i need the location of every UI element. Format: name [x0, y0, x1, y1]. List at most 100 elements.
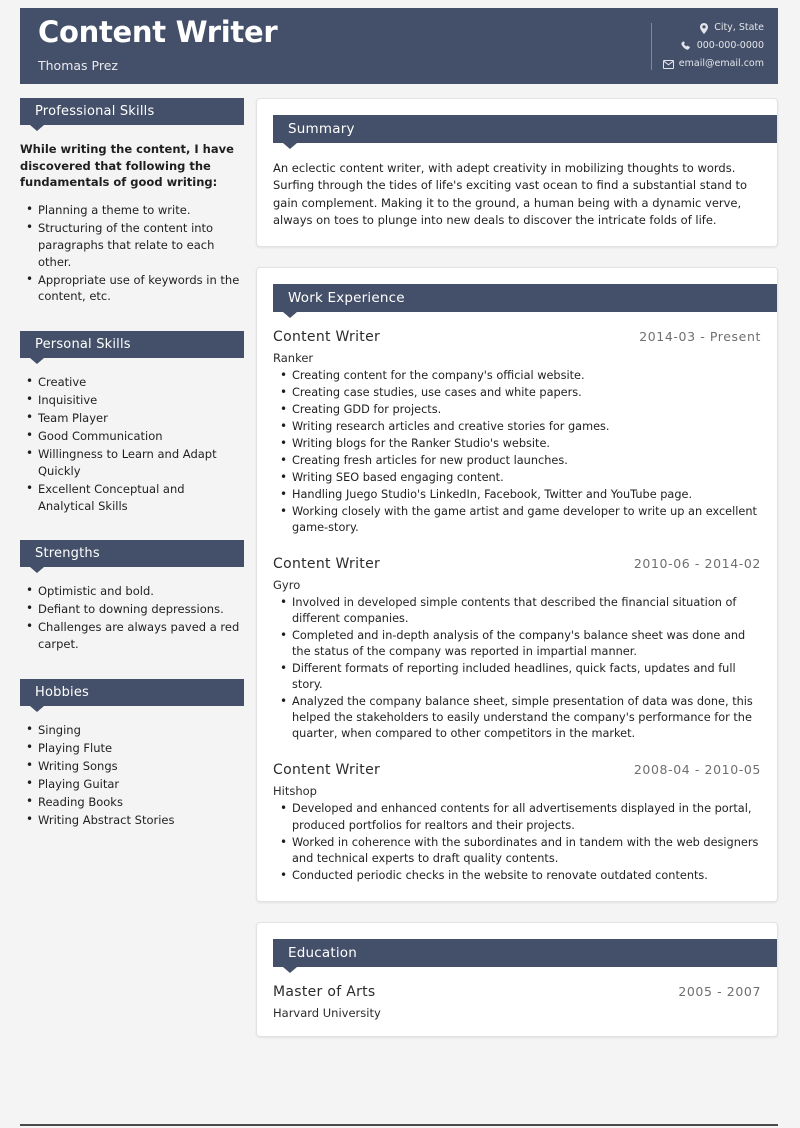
section-hobbies: Hobbies Singing Playing Flute Writing So…	[20, 679, 244, 828]
professional-skills-list: Planning a theme to write. Structuring o…	[20, 201, 244, 306]
list-item: Completed and in-depth analysis of the c…	[273, 627, 761, 660]
hobbies-body: Singing Playing Flute Writing Songs Play…	[20, 706, 244, 828]
list-item: Structuring of the content into paragrap…	[20, 219, 244, 271]
list-item: Team Player	[20, 409, 244, 427]
job-date: 2014-03 - Present	[639, 328, 761, 344]
professional-skills-intro: While writing the content, I have discov…	[20, 142, 234, 190]
list-item: Working closely with the game artist and…	[273, 503, 761, 536]
header-identity: Content Writer Thomas Prez	[20, 8, 278, 84]
job-company: Ranker	[273, 350, 314, 365]
list-item: Defiant to downing depressions.	[20, 600, 244, 618]
job-entry: Content Writer 2008-04 - 2010-05 Hitshop…	[273, 762, 761, 883]
education-date: 2005 - 2007	[678, 983, 761, 999]
job-header: Content Writer 2014-03 - Present	[273, 329, 761, 345]
section-personal-skills: Personal Skills Creative Inquisitive Tea…	[20, 331, 244, 514]
education-entry: Master of Arts 2005 - 2007 Harvard Unive…	[273, 984, 761, 1020]
summary-body: An eclectic content writer, with adept c…	[273, 143, 761, 230]
list-item: Writing blogs for the Ranker Studio's we…	[273, 435, 761, 452]
summary-text: An eclectic content writer, with adept c…	[273, 161, 748, 228]
envelope-icon	[662, 59, 674, 70]
candidate-name: Thomas Prez	[38, 57, 118, 73]
card-education: Education Master of Arts 2005 - 2007 Har…	[256, 921, 778, 1037]
section-heading-personal-skills: Personal Skills	[20, 331, 244, 365]
job-company: Gyro	[273, 578, 301, 593]
contact-location-text: City, State	[714, 22, 764, 34]
contact-phone: 000-000-0000	[663, 41, 764, 52]
list-item: Creative	[20, 373, 244, 391]
job-bullet-list: Creating content for the company's offic…	[273, 367, 761, 536]
list-item: Good Communication	[20, 427, 244, 445]
main-column: Summary An eclectic content writer, with…	[256, 98, 778, 1057]
education-header: Master of Arts 2005 - 2007	[273, 984, 761, 1000]
job-title: Content Writer	[273, 328, 381, 345]
sidebar: Professional Skills While writing the co…	[20, 98, 244, 854]
section-heading-hobbies: Hobbies	[20, 679, 244, 713]
section-professional-skills: Professional Skills While writing the co…	[20, 98, 244, 305]
location-pin-icon	[698, 22, 709, 34]
job-bullet-list: Involved in developed simple contents th…	[273, 594, 761, 742]
contact-block: City, State 000-000-0000 email@email.com	[650, 22, 764, 70]
hobbies-list: Singing Playing Flute Writing Songs Play…	[20, 721, 244, 829]
list-item: Analyzed the company balance sheet, simp…	[273, 693, 761, 742]
list-item: Creating content for the company's offic…	[273, 367, 761, 384]
list-item: Planning a theme to write.	[20, 201, 244, 219]
contact-email: email@email.com	[662, 58, 764, 70]
work-experience-body: Content Writer 2014-03 - Present Ranker …	[273, 312, 761, 884]
education-school: Harvard University	[273, 1005, 381, 1020]
job-entry: Content Writer 2010-06 - 2014-02 Gyro In…	[273, 556, 761, 742]
list-item: Writing SEO based engaging content.	[273, 469, 761, 486]
job-bullet-list: Developed and enhanced contents for all …	[273, 800, 761, 884]
list-item: Different formats of reporting included …	[273, 660, 761, 693]
resume-header: Content Writer Thomas Prez City, State 0…	[20, 8, 778, 84]
list-item: Creating fresh articles for new product …	[273, 452, 761, 469]
list-item: Writing Songs	[20, 757, 244, 775]
job-header: Content Writer 2010-06 - 2014-02	[273, 556, 761, 572]
contact-location: City, State	[663, 22, 764, 34]
professional-skills-body: While writing the content, I have discov…	[20, 125, 244, 305]
list-item: Optimistic and bold.	[20, 582, 244, 600]
list-item: Excellent Conceptual and Analytical Skil…	[20, 480, 244, 515]
list-item: Inquisitive	[20, 391, 244, 409]
list-item: Playing Flute	[20, 739, 244, 757]
phone-icon	[681, 41, 692, 52]
list-item: Playing Guitar	[20, 775, 244, 793]
list-item: Willingness to Learn and Adapt Quickly	[20, 445, 244, 480]
card-summary: Summary An eclectic content writer, with…	[256, 98, 778, 247]
list-item: Involved in developed simple contents th…	[273, 594, 761, 627]
job-title: Content Writer	[273, 556, 381, 573]
education-body: Master of Arts 2005 - 2007 Harvard Unive…	[273, 967, 761, 1020]
section-heading-summary: Summary	[273, 115, 777, 149]
job-title: Content Writer	[273, 762, 381, 779]
strengths-list: Optimistic and bold. Defiant to downing …	[20, 582, 244, 653]
list-item: Handling Juego Studio's LinkedIn, Facebo…	[273, 486, 761, 503]
list-item: Developed and enhanced contents for all …	[273, 800, 761, 833]
list-item: Singing	[20, 721, 244, 739]
section-heading-work-experience: Work Experience	[273, 283, 777, 318]
list-item: Reading Books	[20, 793, 244, 811]
contact-email-text: email@email.com	[678, 58, 764, 70]
contact-phone-text: 000-000-0000	[696, 40, 764, 52]
resume-page: Content Writer Thomas Prez City, State 0…	[0, 0, 800, 1128]
section-heading-professional-skills: Professional Skills	[20, 98, 244, 131]
list-item: Creating case studies, use cases and whi…	[273, 384, 761, 401]
list-item: Conducted periodic checks in the website…	[273, 867, 761, 884]
card-work-experience: Work Experience Content Writer 2014-03 -…	[256, 266, 778, 902]
list-item: Creating GDD for projects.	[273, 401, 761, 418]
personal-skills-body: Creative Inquisitive Team Player Good Co…	[20, 358, 244, 514]
section-strengths: Strengths Optimistic and bold. Defiant t…	[20, 540, 244, 653]
list-item: Appropriate use of keywords in the conte…	[20, 271, 244, 306]
personal-skills-list: Creative Inquisitive Team Player Good Co…	[20, 373, 244, 515]
job-date: 2010-06 - 2014-02	[633, 556, 761, 572]
list-item: Challenges are always paved a red carpet…	[20, 618, 244, 653]
job-date: 2008-04 - 2010-05	[633, 762, 761, 778]
section-heading-strengths: Strengths	[20, 540, 244, 574]
list-item: Writing research articles and creative s…	[273, 418, 761, 435]
education-degree: Master of Arts	[273, 983, 376, 1000]
header-contact-area: City, State 000-000-0000 email@email.com	[650, 8, 778, 84]
page-title: Content Writer	[38, 15, 278, 49]
footer-divider	[20, 1124, 778, 1126]
job-header: Content Writer 2008-04 - 2010-05	[273, 762, 761, 778]
strengths-body: Optimistic and bold. Defiant to downing …	[20, 567, 244, 653]
list-item: Writing Abstract Stories	[20, 811, 244, 829]
job-company: Hitshop	[273, 784, 317, 799]
